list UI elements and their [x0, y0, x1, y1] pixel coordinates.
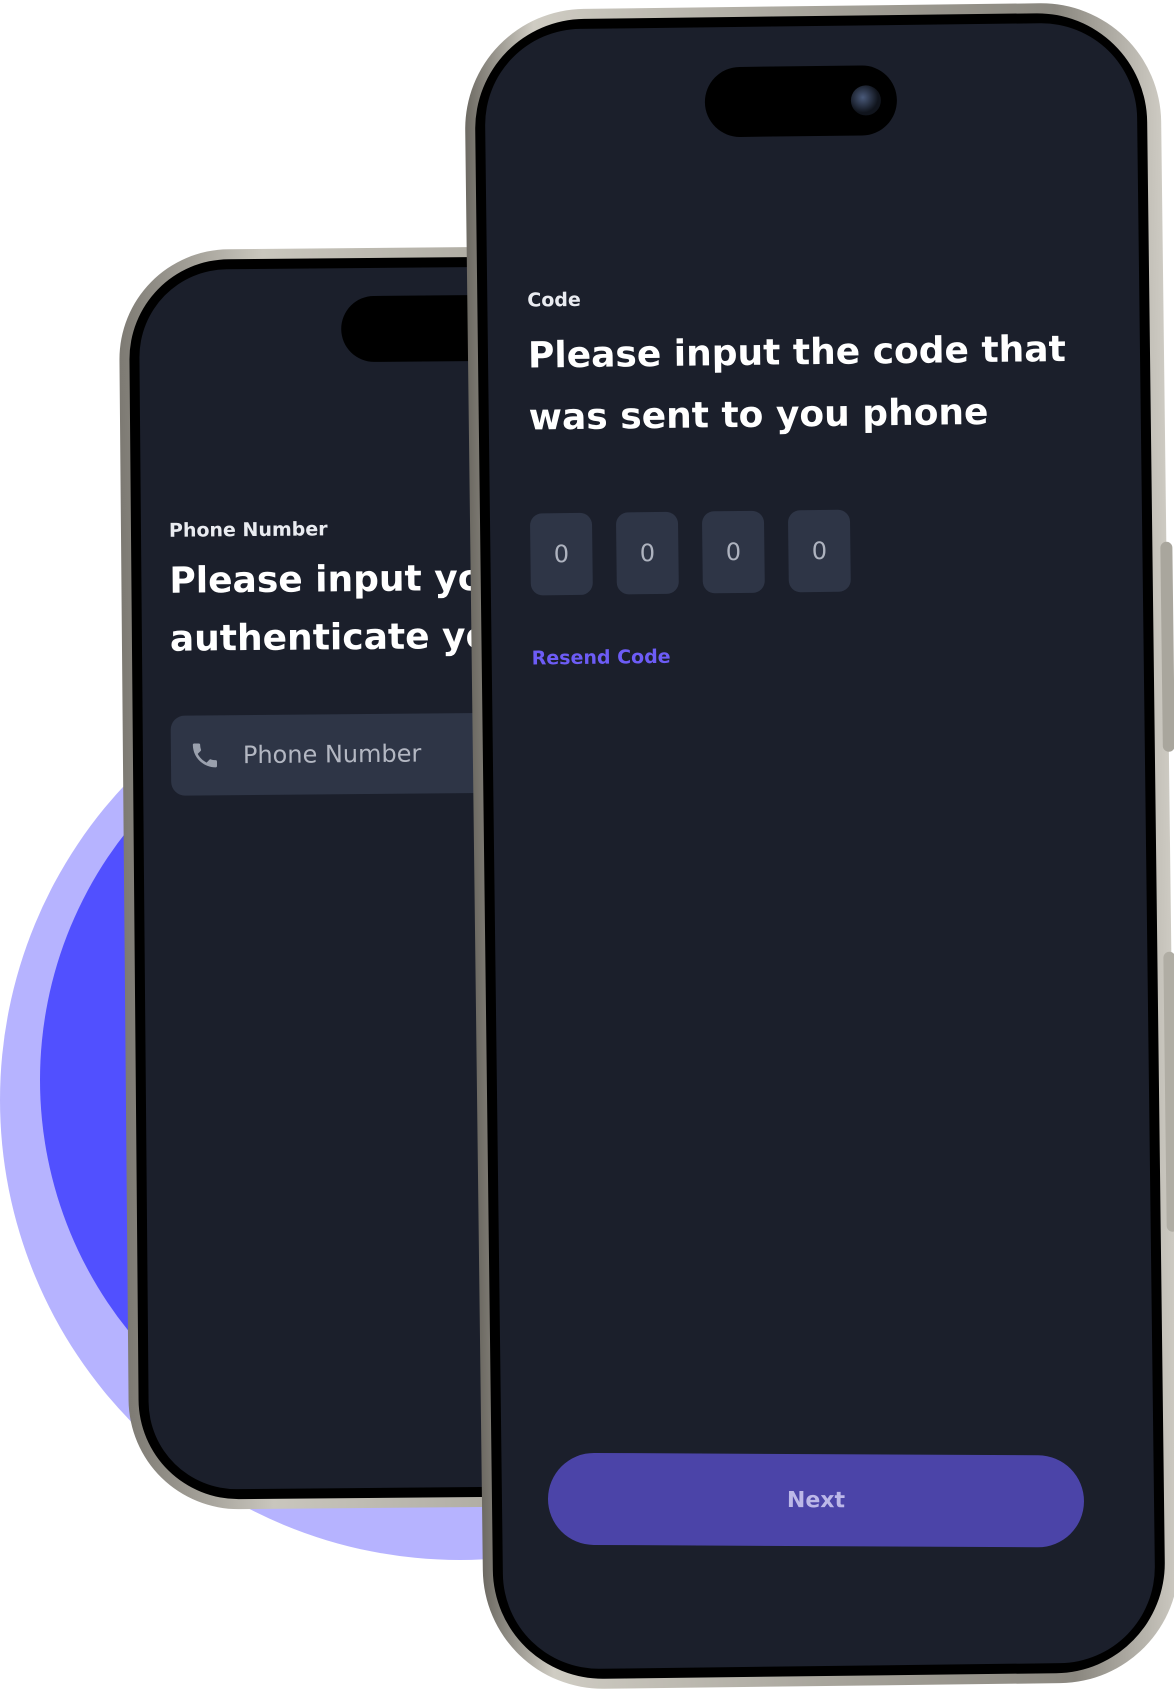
phone-number-label: Phone Number [168, 518, 328, 542]
code-digit-input[interactable]: 0 [529, 512, 593, 596]
side-button [1163, 951, 1174, 1232]
phone-mockup-front: Code Please input the code that was sent… [463, 1, 1174, 1690]
code-input-group: 0 0 0 0 [529, 509, 851, 596]
phone-icon [192, 743, 218, 768]
code-digit-input[interactable]: 0 [787, 509, 851, 593]
code-verification-screen: Code Please input the code that was sent… [484, 22, 1156, 1670]
code-digit-input[interactable]: 0 [701, 510, 765, 594]
code-label: Code [527, 288, 581, 312]
code-title: Please input the code that was sent to y… [527, 328, 1067, 439]
camera-icon [850, 85, 882, 116]
next-button[interactable]: Next [547, 1452, 1085, 1548]
resend-code-link[interactable]: Resend Code [532, 646, 671, 670]
side-button [1160, 541, 1174, 752]
phone-number-placeholder: Phone Number [242, 739, 422, 770]
code-digit-input[interactable]: 0 [615, 511, 679, 595]
dynamic-island [704, 65, 898, 138]
